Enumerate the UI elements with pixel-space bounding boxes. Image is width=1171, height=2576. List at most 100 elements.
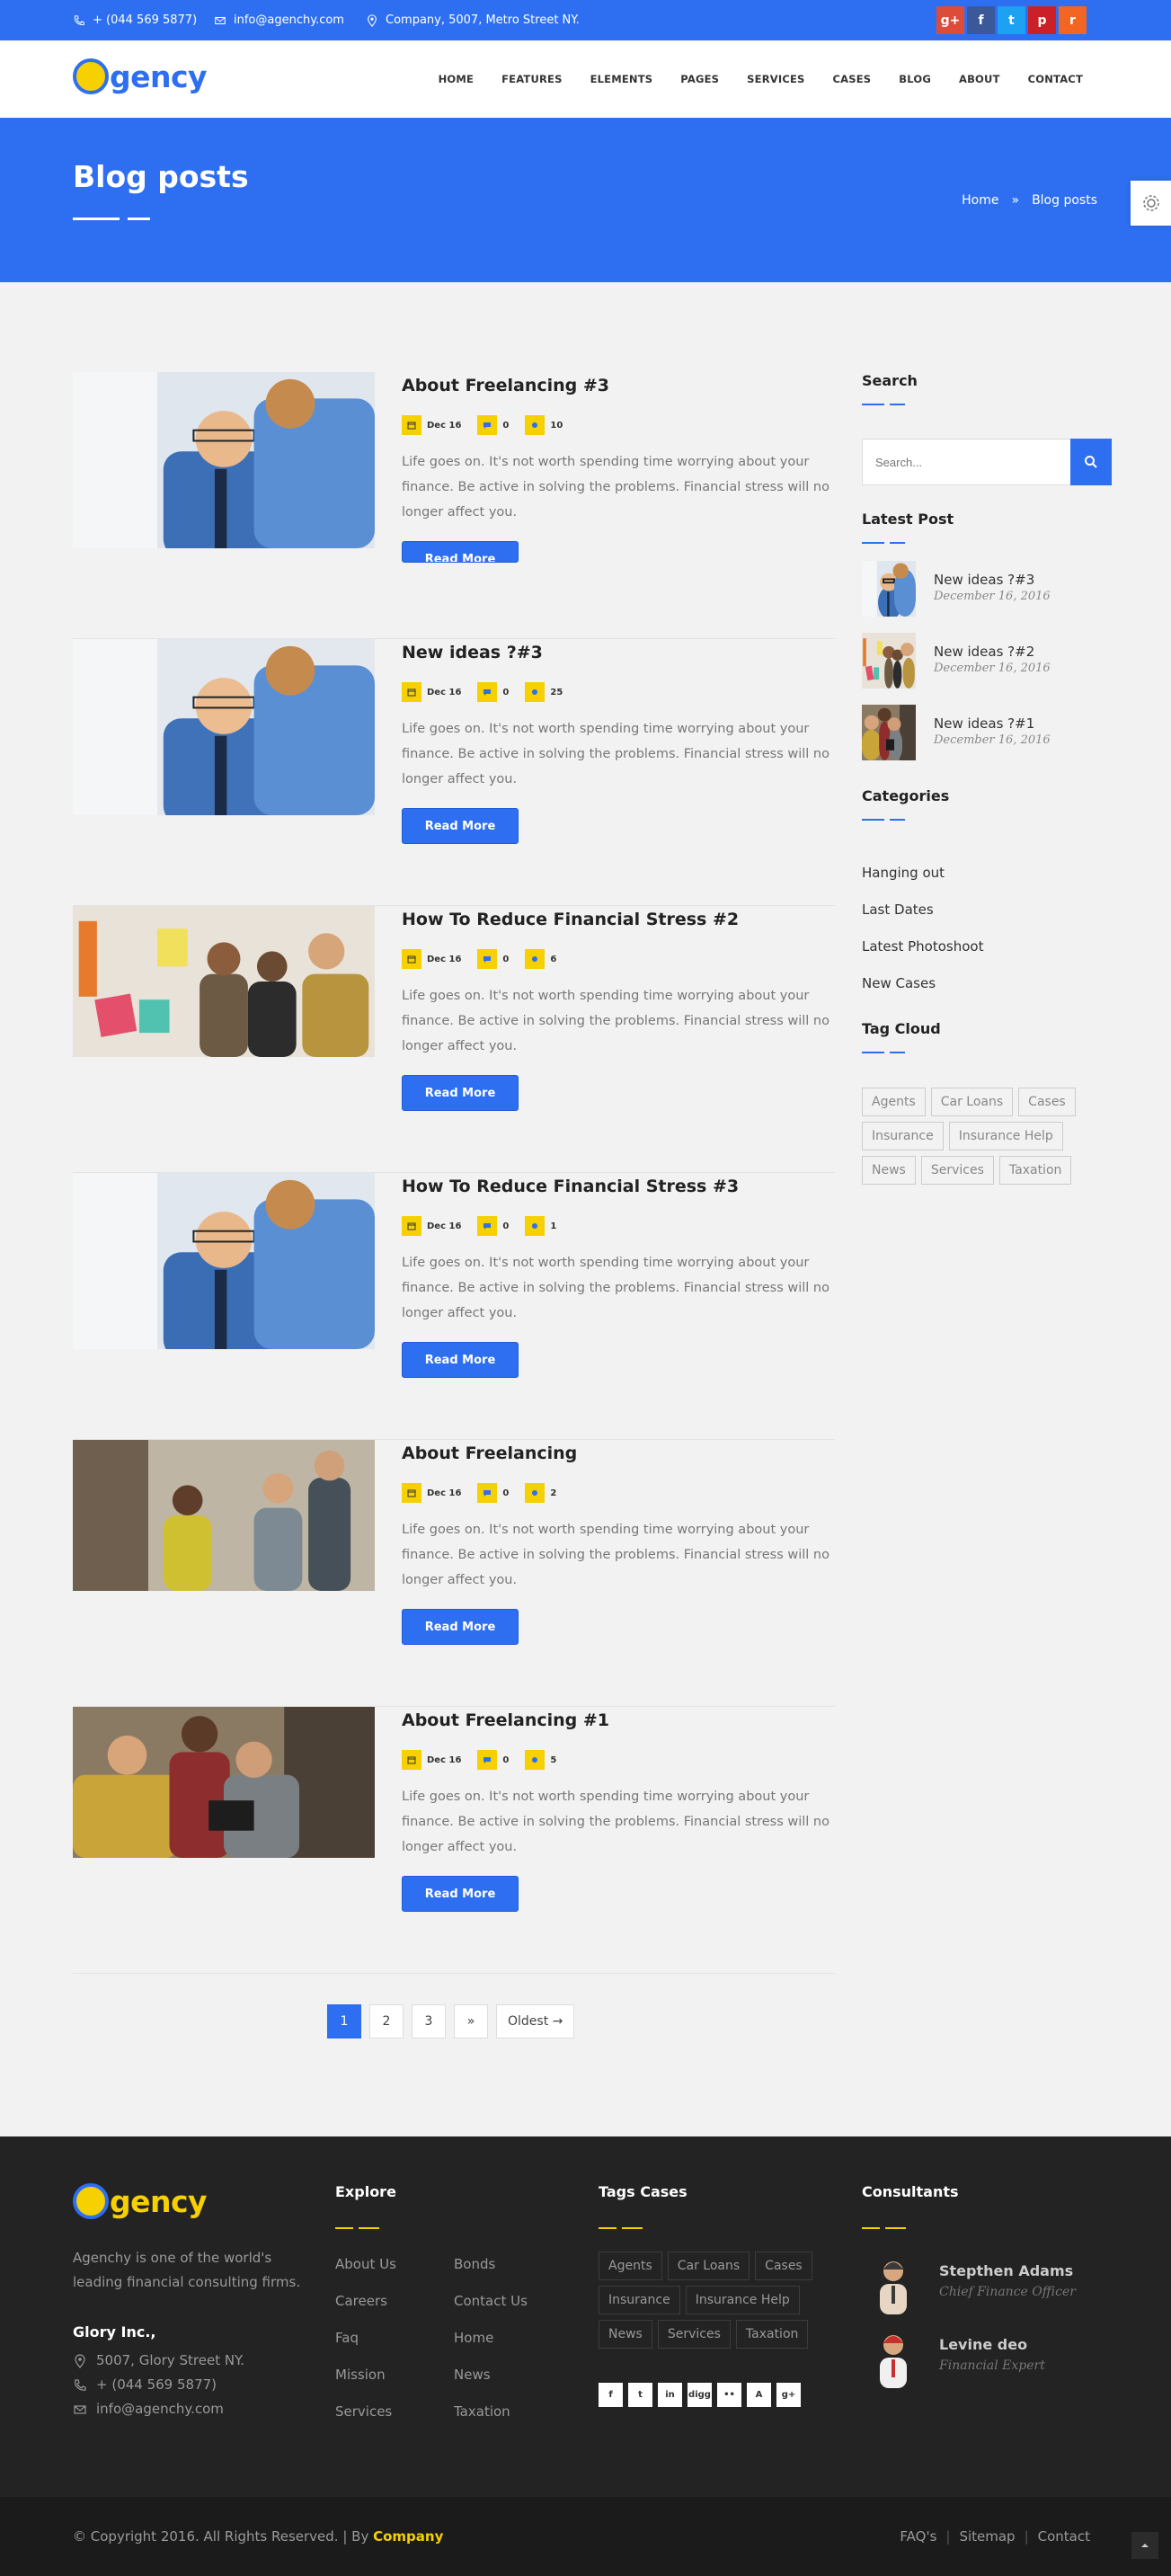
tag-link[interactable]: Insurance Help: [948, 1122, 1063, 1150]
latest-post-title[interactable]: New ideas ?#2: [934, 644, 1034, 660]
page-link[interactable]: 3: [412, 2004, 446, 2039]
latest-post-title[interactable]: New ideas ?#1: [934, 715, 1034, 732]
footer-email[interactable]: info@agenchy.com: [73, 2397, 224, 2421]
post-thumbnail[interactable]: [73, 639, 375, 815]
flickr-icon[interactable]: ••: [717, 2383, 741, 2407]
footer-link[interactable]: Taxation: [454, 2403, 510, 2420]
tag-link[interactable]: Insurance: [862, 1122, 944, 1150]
nav-item-elements[interactable]: ELEMENTS: [590, 73, 653, 85]
nav-item-services[interactable]: SERVICES: [747, 73, 804, 85]
footer-link[interactable]: Faq: [335, 2330, 359, 2346]
post-title[interactable]: New ideas ?#3: [402, 643, 835, 662]
page-link[interactable]: Oldest →: [496, 2004, 575, 2039]
post-title[interactable]: About Freelancing: [402, 1443, 835, 1463]
post-thumbnail[interactable]: [73, 372, 375, 548]
copyright-company-link[interactable]: Company: [373, 2528, 443, 2545]
search-button[interactable]: [1070, 439, 1112, 485]
digg-icon[interactable]: digg: [688, 2383, 712, 2407]
facebook-icon[interactable]: f: [599, 2383, 623, 2407]
read-more-button[interactable]: Read More: [402, 1075, 519, 1111]
footer-tag-link[interactable]: Cases: [755, 2252, 812, 2280]
read-more-button[interactable]: Read More: [402, 541, 519, 563]
nav-item-cases[interactable]: CASES: [833, 73, 872, 85]
post-title[interactable]: About Freelancing #3: [402, 376, 835, 395]
footer-link[interactable]: Services: [335, 2403, 392, 2420]
settings-panel-toggle[interactable]: [1131, 181, 1171, 226]
read-more-button[interactable]: Read More: [402, 1342, 519, 1378]
nav-item-about[interactable]: ABOUT: [959, 73, 1000, 85]
category-link[interactable]: Latest Photoshoot: [862, 938, 983, 955]
page-link[interactable]: »: [454, 2004, 488, 2039]
blog-post: How To Reduce Financial Stress #3 Dec 16 0…: [73, 1173, 835, 1440]
post-title[interactable]: How To Reduce Financial Stress #2: [402, 910, 835, 929]
consultant-item[interactable]: Levine deo Financial Expert: [862, 2325, 1112, 2390]
twitter-icon[interactable]: t: [998, 6, 1025, 34]
bottom-link[interactable]: Sitemap: [959, 2528, 1015, 2545]
footer-bottom-links: FAQ's | Sitemap | Contact: [900, 2528, 1090, 2545]
post-thumbnail[interactable]: [73, 906, 375, 1057]
consultant-item[interactable]: Stepthen Adams Chief Finance Officer: [862, 2252, 1112, 2316]
footer-link[interactable]: Home: [454, 2330, 493, 2346]
breadcrumb-home[interactable]: Home: [962, 193, 998, 208]
latest-post-title[interactable]: New ideas ?#3: [934, 572, 1034, 588]
category-link[interactable]: Hanging out: [862, 865, 945, 881]
footer-logo[interactable]: gency: [73, 2183, 208, 2219]
page-link[interactable]: 1: [327, 2004, 361, 2039]
footer-link[interactable]: Careers: [335, 2293, 387, 2309]
page-link[interactable]: 2: [369, 2004, 404, 2039]
latest-post-item[interactable]: New ideas ?#3 December 16, 2016: [862, 561, 1112, 617]
footer-tag-link[interactable]: News: [599, 2320, 652, 2349]
site-logo[interactable]: gency: [73, 58, 208, 94]
google-plus-icon[interactable]: g+: [936, 6, 964, 34]
read-more-button[interactable]: Read More: [402, 1609, 519, 1645]
footer-link[interactable]: Bonds: [454, 2256, 495, 2272]
footer-link[interactable]: Mission: [335, 2367, 386, 2383]
footer-link[interactable]: News: [454, 2367, 491, 2383]
tag-link[interactable]: Services: [920, 1156, 994, 1185]
pinterest-icon[interactable]: p: [1028, 6, 1056, 34]
post-title[interactable]: How To Reduce Financial Stress #3: [402, 1177, 835, 1196]
tag-link[interactable]: Taxation: [998, 1156, 1072, 1185]
category-link[interactable]: New Cases: [862, 975, 936, 991]
post-thumbnail[interactable]: [73, 1707, 375, 1858]
topbar-email[interactable]: info@agenchy.com: [214, 0, 344, 40]
nav-item-home[interactable]: HOME: [439, 73, 475, 85]
footer-tag-link[interactable]: Agents: [599, 2252, 662, 2280]
nav-item-pages[interactable]: PAGES: [680, 73, 719, 85]
twitter-icon[interactable]: t: [628, 2383, 652, 2407]
read-more-button[interactable]: Read More: [402, 1876, 519, 1912]
facebook-icon[interactable]: f: [967, 6, 995, 34]
tag-link[interactable]: Car Loans: [930, 1088, 1014, 1116]
bottom-link[interactable]: Contact: [1038, 2528, 1090, 2545]
nav-item-contact[interactable]: CONTACT: [1028, 73, 1083, 85]
footer-tag-link[interactable]: Services: [657, 2320, 731, 2349]
nav-item-features[interactable]: FEATURES: [501, 73, 563, 85]
category-link[interactable]: Last Dates: [862, 902, 934, 918]
tag-link[interactable]: Cases: [1018, 1088, 1076, 1116]
back-to-top-button[interactable]: [1131, 2532, 1158, 2559]
latest-post-item[interactable]: New ideas ?#1 December 16, 2016: [862, 705, 1112, 760]
footer-link[interactable]: About Us: [335, 2256, 396, 2272]
logo-mark-icon: [73, 2183, 109, 2219]
tag-link[interactable]: Agents: [862, 1088, 926, 1116]
read-more-button[interactable]: Read More: [402, 808, 519, 844]
post-thumbnail[interactable]: [73, 1440, 375, 1591]
rss-icon[interactable]: r: [1059, 6, 1087, 34]
nav-item-blog[interactable]: BLOG: [899, 73, 931, 85]
footer-tag-link[interactable]: Insurance Help: [685, 2286, 800, 2314]
font-icon[interactable]: A: [747, 2383, 771, 2407]
footer-tag-link[interactable]: Taxation: [735, 2320, 809, 2349]
post-thumbnail[interactable]: [73, 1173, 375, 1349]
footer-tag-list: Agents Car Loans Cases Insurance Insurance H…: [599, 2252, 823, 2349]
footer-tag-link[interactable]: Car Loans: [667, 2252, 750, 2280]
latest-post-item[interactable]: New ideas ?#2 December 16, 2016: [862, 633, 1112, 688]
linkedin-icon[interactable]: in: [658, 2383, 682, 2407]
post-title[interactable]: About Freelancing #1: [402, 1710, 835, 1730]
search-input[interactable]: [863, 440, 1071, 484]
footer-link[interactable]: Contact Us: [454, 2293, 528, 2309]
bottom-link[interactable]: FAQ's: [900, 2528, 936, 2545]
google-plus-icon[interactable]: g+: [776, 2383, 801, 2407]
latest-post-date: December 16, 2016: [934, 662, 1051, 675]
footer-tag-link[interactable]: Insurance: [599, 2286, 680, 2314]
tag-link[interactable]: News: [862, 1156, 916, 1185]
